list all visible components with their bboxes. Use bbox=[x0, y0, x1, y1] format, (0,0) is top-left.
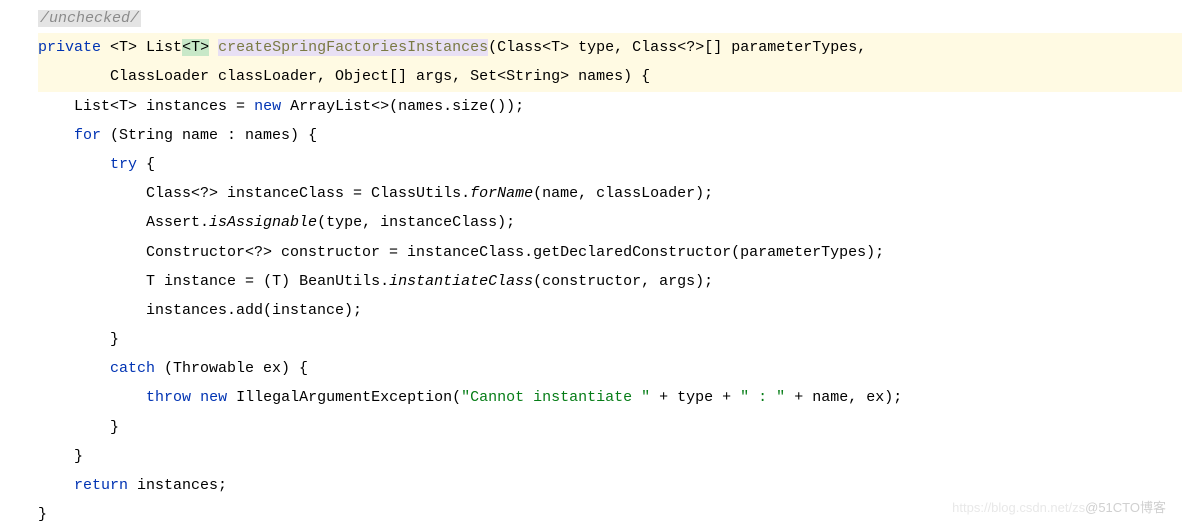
code-text: ClassLoader classLoader, Object[] args, … bbox=[38, 68, 650, 85]
keyword-for: for bbox=[74, 127, 101, 144]
code-text: instance = ( bbox=[155, 273, 272, 290]
keyword-throw: throw bbox=[146, 389, 191, 406]
code-text: > List bbox=[128, 39, 182, 56]
keyword-return: return bbox=[74, 477, 128, 494]
code-line[interactable]: List<T> instances = new ArrayList<>(name… bbox=[38, 92, 1182, 121]
code-text bbox=[38, 127, 74, 144]
string-literal: "Cannot instantiate " bbox=[461, 389, 650, 406]
type-param: T bbox=[119, 98, 128, 115]
code-text: } bbox=[38, 331, 119, 348]
code-text: instances; bbox=[128, 477, 227, 494]
string-literal: " : " bbox=[740, 389, 785, 406]
code-text: } bbox=[38, 419, 119, 436]
comment: /unchecked/ bbox=[38, 10, 141, 27]
code-text: Constructor<?> constructor = instanceCla… bbox=[38, 244, 884, 261]
watermark-url: https://blog.csdn.net/zs bbox=[952, 500, 1085, 515]
code-text: (Class< bbox=[488, 39, 551, 56]
code-text: (constructor, args); bbox=[533, 273, 713, 290]
code-text: (name, classLoader); bbox=[533, 185, 713, 202]
code-text bbox=[38, 273, 146, 290]
code-line[interactable]: ClassLoader classLoader, Object[] args, … bbox=[38, 62, 1182, 91]
keyword-private: private bbox=[38, 39, 101, 56]
static-method: isAssignable bbox=[209, 214, 317, 231]
code-text bbox=[209, 39, 218, 56]
code-line[interactable]: for (String name : names) { bbox=[38, 121, 1182, 150]
code-line[interactable]: /unchecked/ bbox=[38, 4, 1182, 33]
code-line[interactable]: try { bbox=[38, 150, 1182, 179]
code-text: < bbox=[101, 39, 119, 56]
type-param: T bbox=[551, 39, 560, 56]
code-text: + name, ex); bbox=[785, 389, 902, 406]
type-param: T bbox=[146, 273, 155, 290]
type-param-highlight: <T> bbox=[182, 39, 209, 56]
code-text: } bbox=[38, 448, 83, 465]
code-text: IllegalArgumentException( bbox=[227, 389, 461, 406]
code-text: (type, instanceClass); bbox=[317, 214, 515, 231]
static-method: forName bbox=[470, 185, 533, 202]
code-line[interactable]: throw new IllegalArgumentException("Cann… bbox=[38, 383, 1182, 412]
code-text: ) BeanUtils. bbox=[281, 273, 389, 290]
code-text bbox=[38, 477, 74, 494]
code-line[interactable]: Assert.isAssignable(type, instanceClass)… bbox=[38, 208, 1182, 237]
method-name: createSpringFactoriesInstances bbox=[218, 39, 488, 56]
code-line[interactable]: } bbox=[38, 325, 1182, 354]
keyword-catch: catch bbox=[110, 360, 155, 377]
watermark-text: @51CTO博客 bbox=[1085, 500, 1166, 515]
watermark: https://blog.csdn.net/zs@51CTO博客 bbox=[952, 495, 1166, 520]
code-text: instances.add(instance); bbox=[38, 302, 362, 319]
code-text bbox=[191, 389, 200, 406]
code-line[interactable]: } bbox=[38, 413, 1182, 442]
keyword-try: try bbox=[110, 156, 137, 173]
keyword-new: new bbox=[254, 98, 281, 115]
code-text bbox=[38, 156, 110, 173]
static-method: instantiateClass bbox=[389, 273, 533, 290]
type-param: T bbox=[272, 273, 281, 290]
code-line[interactable]: catch (Throwable ex) { bbox=[38, 354, 1182, 383]
code-text: List< bbox=[38, 98, 119, 115]
code-text: (String name : names) { bbox=[101, 127, 317, 144]
code-line[interactable]: T instance = (T) BeanUtils.instantiateCl… bbox=[38, 267, 1182, 296]
code-line[interactable]: Constructor<?> constructor = instanceCla… bbox=[38, 238, 1182, 267]
code-line[interactable]: instances.add(instance); bbox=[38, 296, 1182, 325]
code-text: } bbox=[38, 506, 47, 523]
code-text: ArrayList<>(names.size()); bbox=[281, 98, 524, 115]
code-text: (Throwable ex) { bbox=[155, 360, 308, 377]
code-line[interactable]: } bbox=[38, 442, 1182, 471]
code-editor[interactable]: /unchecked/ private <T> List<T> createSp… bbox=[0, 0, 1182, 529]
code-text: Class<?> instanceClass = ClassUtils. bbox=[38, 185, 470, 202]
code-text: + type + bbox=[650, 389, 740, 406]
code-text: Assert. bbox=[38, 214, 209, 231]
code-line[interactable]: Class<?> instanceClass = ClassUtils.forN… bbox=[38, 179, 1182, 208]
code-text bbox=[38, 389, 146, 406]
keyword-new: new bbox=[200, 389, 227, 406]
code-text: > instances = bbox=[128, 98, 254, 115]
code-line[interactable]: private <T> List<T> createSpringFactorie… bbox=[38, 33, 1182, 62]
code-text bbox=[38, 360, 110, 377]
code-text: { bbox=[137, 156, 155, 173]
type-param: T bbox=[119, 39, 128, 56]
code-text: > type, Class<?>[] parameterTypes, bbox=[560, 39, 866, 56]
